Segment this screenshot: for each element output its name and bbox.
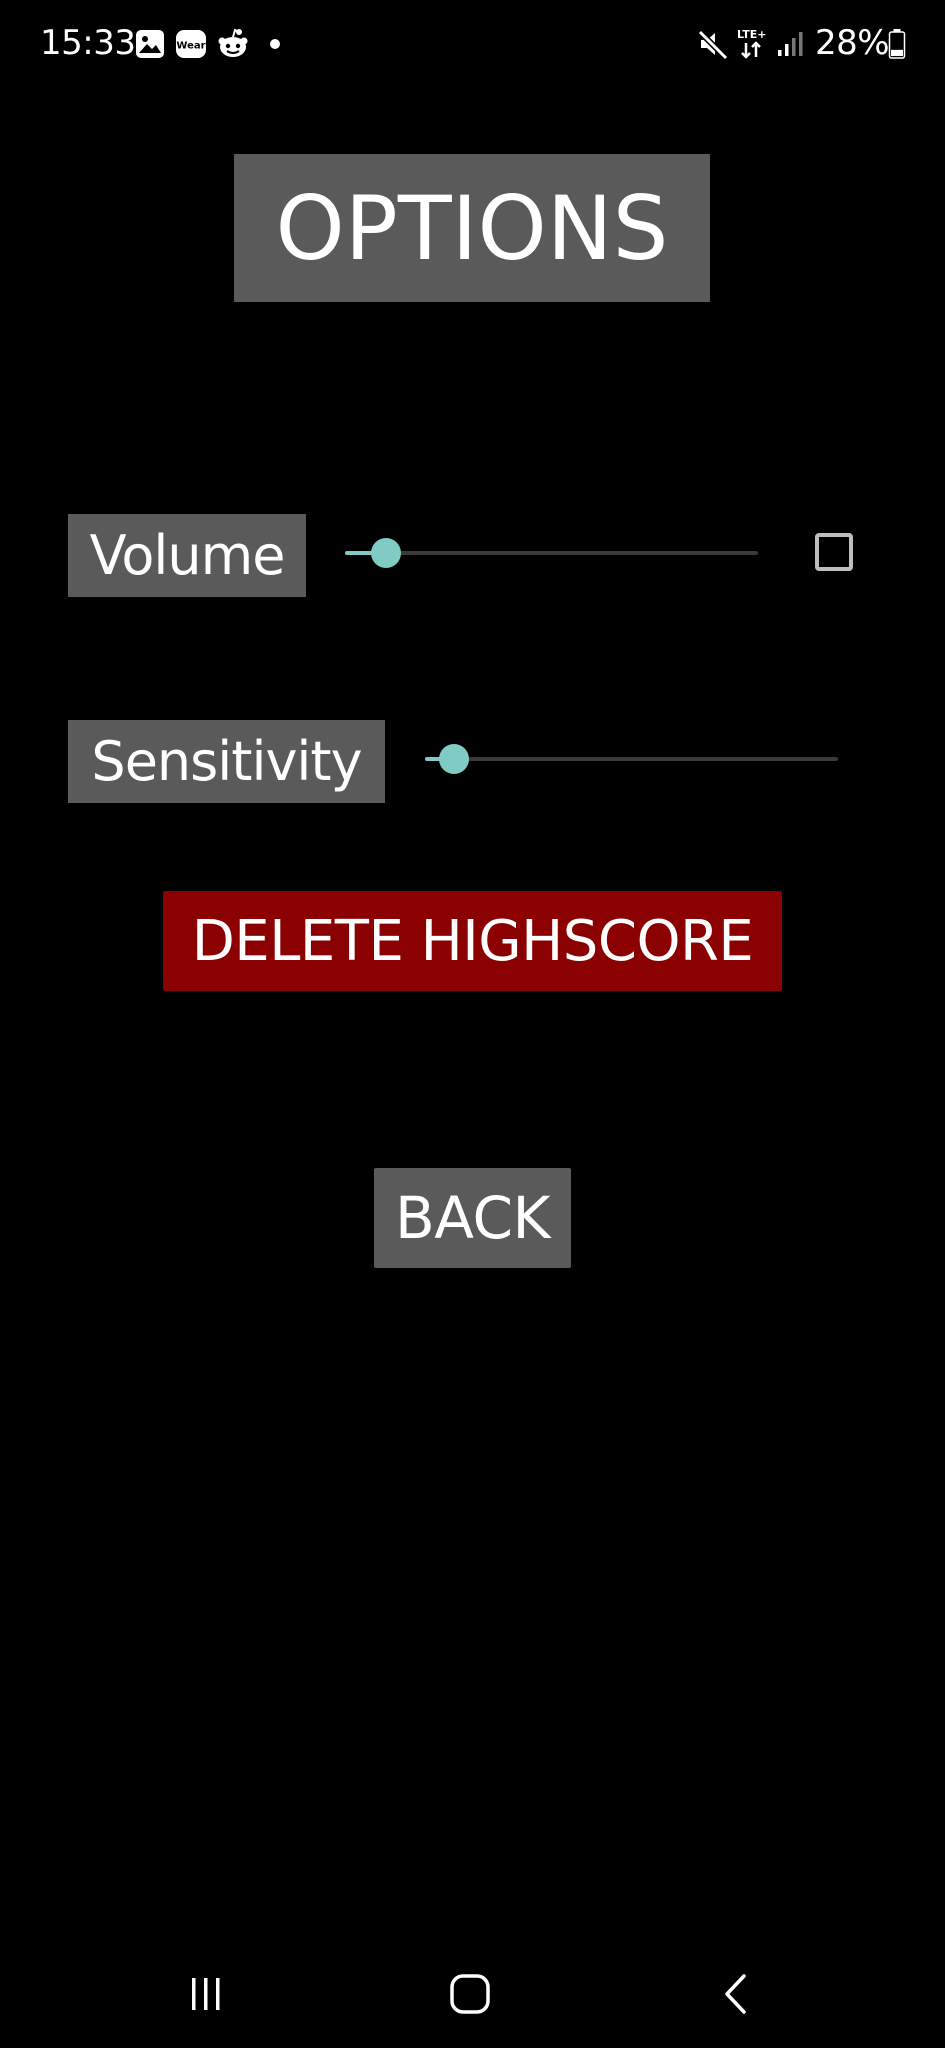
wear-icon-label: Wear <box>176 41 205 52</box>
sensitivity-label-text: Sensitivity <box>91 730 362 793</box>
gallery-icon <box>136 30 164 58</box>
sensitivity-slider-thumb[interactable] <box>438 744 469 774</box>
home-icon <box>450 1974 490 2014</box>
volume-label-text: Volume <box>89 524 286 587</box>
lte-icon: LTE+ <box>737 28 766 59</box>
lte-label: LTE+ <box>737 28 766 41</box>
dot-icon <box>270 39 280 49</box>
mute-icon <box>697 29 729 60</box>
back-button[interactable]: BACK <box>374 1168 571 1268</box>
delete-highscore-button[interactable]: DELETE HIGHSCORE <box>163 891 782 991</box>
sensitivity-slider[interactable] <box>425 738 838 778</box>
sensitivity-label: Sensitivity <box>68 720 385 803</box>
navigation-bar <box>0 1940 945 2048</box>
volume-slider-thumb[interactable] <box>371 538 402 568</box>
battery-icon <box>888 29 906 59</box>
signal-icon <box>778 32 803 56</box>
wear-icon: Wear <box>176 30 206 58</box>
volume-slider[interactable] <box>345 532 758 572</box>
page-title: OPTIONS <box>234 154 710 302</box>
mute-checkbox[interactable] <box>815 533 853 571</box>
nav-back-button[interactable] <box>676 1940 796 2048</box>
volume-slider-track <box>345 551 758 555</box>
status-bar: 15:33 Wear LTE+ 28% <box>0 0 945 88</box>
battery-percent: 28% <box>815 23 890 63</box>
reddit-icon <box>218 28 248 57</box>
delete-highscore-label: DELETE HIGHSCORE <box>191 908 754 974</box>
back-button-label: BACK <box>395 1184 550 1252</box>
nav-recents-button[interactable] <box>146 1940 266 2048</box>
back-icon <box>725 1974 746 2014</box>
page-title-label: OPTIONS <box>275 176 669 280</box>
recents-icon <box>192 1978 220 2010</box>
status-time: 15:33 <box>40 23 136 63</box>
nav-home-button[interactable] <box>410 1940 530 2048</box>
volume-label: Volume <box>68 514 306 597</box>
sensitivity-slider-track <box>425 757 838 761</box>
